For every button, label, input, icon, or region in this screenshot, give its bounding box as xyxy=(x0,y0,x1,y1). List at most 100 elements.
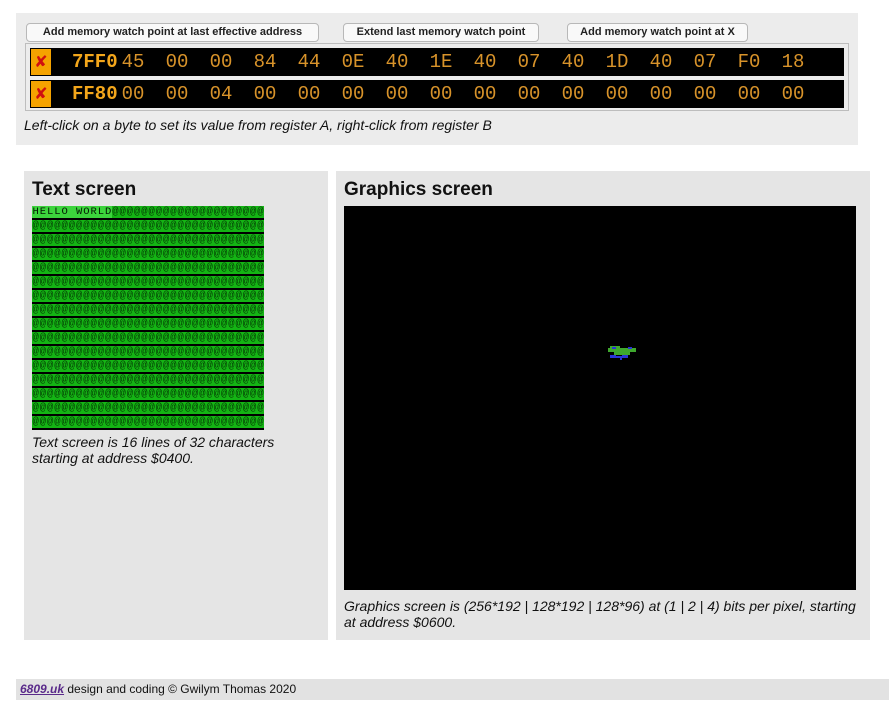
watch-byte[interactable]: 00 xyxy=(161,80,193,108)
text-screen-char: @ xyxy=(112,206,119,218)
text-screen-line: @ @ @ @ @ @ @ @ @ @ @ @ @ @ @ @ @ @ @ @ @ @ @ @ @ @ @ @ @ @ @ @ xyxy=(32,220,264,232)
watch-byte[interactable]: 00 xyxy=(689,80,721,108)
text-screen-char: @ xyxy=(162,346,170,358)
watch-byte[interactable]: 40 xyxy=(557,48,589,76)
text-screen-char: @ xyxy=(39,262,47,274)
text-screen-char: @ xyxy=(199,346,206,358)
text-screen-char: @ xyxy=(228,416,235,428)
watch-byte[interactable]: 00 xyxy=(249,80,281,108)
text-screen-char: @ xyxy=(191,360,199,372)
watch-byte[interactable]: 00 xyxy=(645,80,677,108)
watch-byte[interactable]: 00 xyxy=(469,80,501,108)
text-screen-char: @ xyxy=(162,206,170,218)
watch-byte[interactable]: 00 xyxy=(425,80,457,108)
watch-byte[interactable]: 1D xyxy=(601,48,633,76)
text-screen-char: @ xyxy=(148,346,155,358)
text-screen-char: @ xyxy=(126,234,134,246)
text-screen-char: @ xyxy=(242,290,250,302)
watch-row: ✘ FF80 00 00 04 00 00 00 00 00 00 00 00 00 00 00 00 00 xyxy=(30,80,844,108)
text-screen-char: @ xyxy=(104,262,112,274)
watch-byte[interactable]: 07 xyxy=(689,48,721,76)
watch-address: 7FF0 xyxy=(72,51,118,73)
text-screen-char: @ xyxy=(141,206,148,218)
text-screen-char: @ xyxy=(257,346,264,358)
memory-watch-table: ✘ 7FF0 45 00 00 84 44 0E 40 1E 40 07 40 1D 40 07 F0 18 … xyxy=(25,43,849,111)
watch-byte[interactable]: 04 xyxy=(205,80,237,108)
watch-byte[interactable]: 40 xyxy=(469,48,501,76)
watch-byte[interactable]: 00 xyxy=(161,48,193,76)
text-screen-char: @ xyxy=(148,318,155,330)
text-screen-char: @ xyxy=(170,234,177,246)
text-screen-char: @ xyxy=(46,416,54,428)
watch-byte[interactable]: 00 xyxy=(293,80,325,108)
text-screen-char: @ xyxy=(257,360,264,372)
text-screen-char: @ xyxy=(133,290,141,302)
watch-byte[interactable]: 18 xyxy=(777,48,809,76)
text-screen-char: @ xyxy=(112,374,119,386)
text-screen-char: @ xyxy=(112,402,119,414)
add-watch-at-x-button[interactable]: Add memory watch point at X xyxy=(567,23,748,42)
text-screen-char: @ xyxy=(235,416,242,428)
text-screen-char: @ xyxy=(75,220,83,232)
text-screen-char: @ xyxy=(191,234,199,246)
text-screen-char: @ xyxy=(191,388,199,400)
text-screen-char: @ xyxy=(126,332,134,344)
text-screen-char: @ xyxy=(206,332,213,344)
extend-watch-point-button[interactable]: Extend last memory watch point xyxy=(343,23,539,42)
text-screen-char: @ xyxy=(68,402,76,414)
watch-byte[interactable]: 45 xyxy=(117,48,149,76)
watch-byte[interactable]: 00 xyxy=(381,80,413,108)
text-screen-char: @ xyxy=(155,346,163,358)
text-screen-char: @ xyxy=(75,346,83,358)
watch-byte[interactable]: 00 xyxy=(337,80,369,108)
text-screen-char: @ xyxy=(46,402,54,414)
watch-byte[interactable]: 40 xyxy=(381,48,413,76)
watch-byte[interactable]: 00 xyxy=(777,80,809,108)
watch-byte[interactable]: 00 xyxy=(513,80,545,108)
watch-byte[interactable]: 07 xyxy=(513,48,545,76)
text-screen-char: @ xyxy=(191,332,199,344)
watch-byte[interactable]: F0 xyxy=(733,48,765,76)
text-screen-char: @ xyxy=(206,416,213,428)
watch-byte[interactable]: 84 xyxy=(249,48,281,76)
text-screen-char: @ xyxy=(184,332,192,344)
watch-byte[interactable]: 1E xyxy=(425,48,457,76)
text-screen-char: @ xyxy=(83,318,90,330)
text-screen-char: @ xyxy=(206,248,213,260)
text-screen-char: @ xyxy=(148,220,155,232)
text-screen-char: @ xyxy=(177,402,184,414)
text-screen-char: @ xyxy=(206,318,213,330)
watch-byte[interactable]: 00 xyxy=(205,48,237,76)
delete-watch-icon[interactable]: ✘ xyxy=(31,49,51,75)
add-watch-at-effective-address-button[interactable]: Add memory watch point at last effective… xyxy=(26,23,319,42)
text-screen-char: @ xyxy=(228,318,235,330)
watch-byte[interactable]: 00 xyxy=(117,80,149,108)
text-screen-char: @ xyxy=(184,248,192,260)
text-screen-char: @ xyxy=(235,402,242,414)
text-screen-char: @ xyxy=(228,234,235,246)
text-screen-char: @ xyxy=(54,304,61,316)
text-screen-char: @ xyxy=(68,276,76,288)
watch-byte[interactable]: 00 xyxy=(557,80,589,108)
text-screen-char: @ xyxy=(148,360,155,372)
text-screen-char: @ xyxy=(46,360,54,372)
text-screen-char: @ xyxy=(46,346,54,358)
text-screen-char: @ xyxy=(97,318,105,330)
watch-byte[interactable]: 40 xyxy=(645,48,677,76)
text-screen-char: @ xyxy=(162,360,170,372)
watch-byte[interactable]: 44 xyxy=(293,48,325,76)
text-screen-char: @ xyxy=(148,416,155,428)
watch-byte[interactable]: 00 xyxy=(733,80,765,108)
text-screen-char: O xyxy=(82,206,90,218)
watch-byte[interactable]: 00 xyxy=(601,80,633,108)
text-screen-line: @ @ @ @ @ @ @ @ @ @ @ @ @ @ @ @ @ @ @ @ @ @ @ @ @ @ @ @ @ @ @ @ xyxy=(32,318,264,330)
delete-watch-icon[interactable]: ✘ xyxy=(31,81,51,107)
text-screen-char: @ xyxy=(68,374,76,386)
watch-byte[interactable]: 0E xyxy=(337,48,369,76)
site-link[interactable]: 6809.uk xyxy=(20,682,64,696)
text-screen-char: @ xyxy=(228,262,235,274)
text-screen-char: @ xyxy=(235,276,242,288)
text-screen-char: @ xyxy=(191,374,199,386)
text-screen-char: @ xyxy=(199,262,206,274)
text-screen-char: @ xyxy=(170,360,177,372)
